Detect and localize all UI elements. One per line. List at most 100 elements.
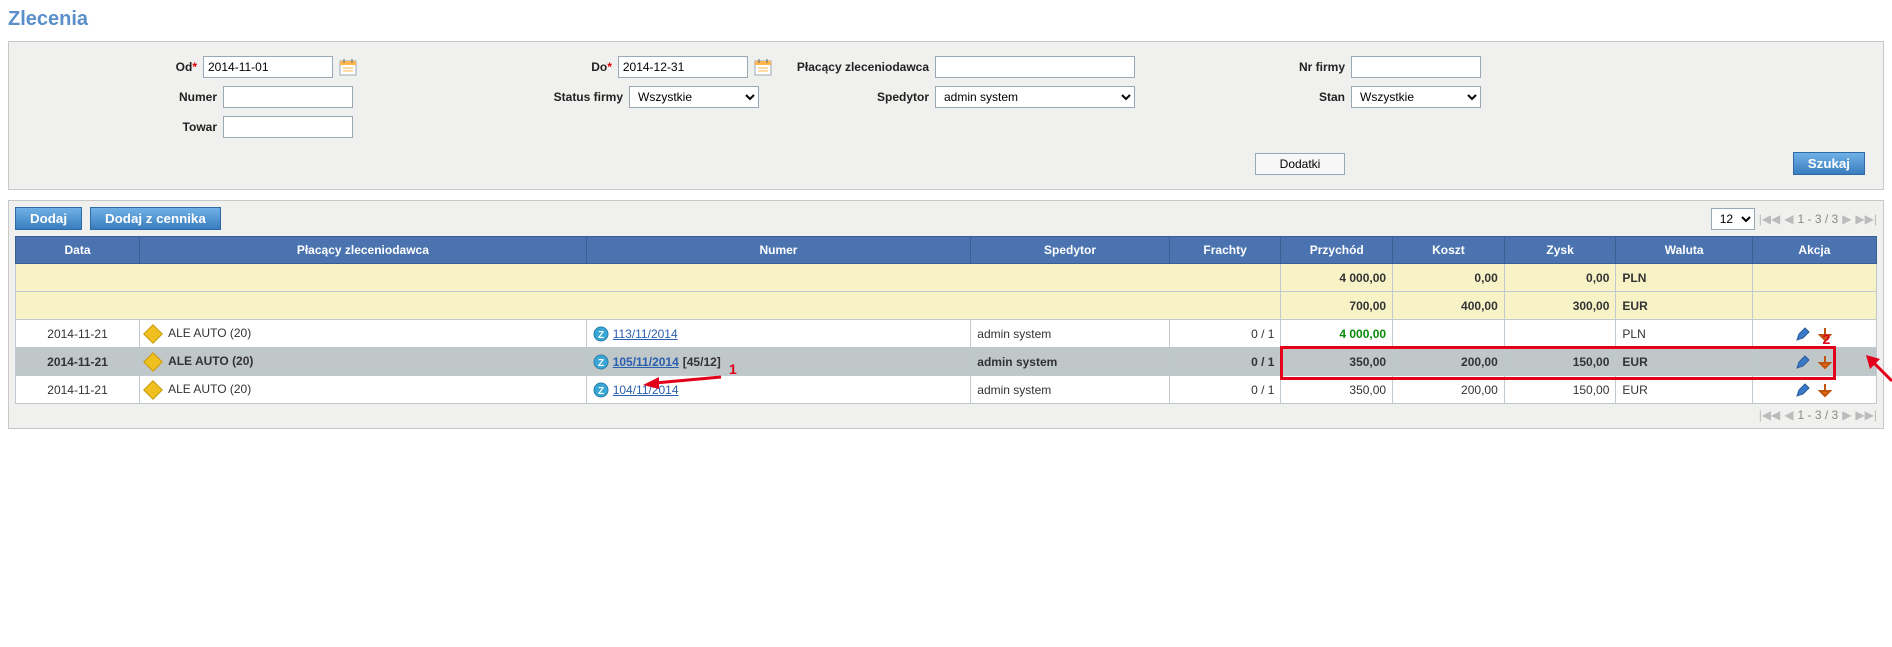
first-page-icon[interactable]: |◀◀ — [1759, 212, 1781, 226]
last-page-icon[interactable]: ▶▶| — [1855, 212, 1877, 226]
add-button[interactable]: Dodaj — [15, 207, 82, 230]
pager-bottom: |◀◀ ◀ 1 - 3 / 3 ▶ ▶▶| — [1759, 408, 1877, 422]
download-icon[interactable] — [1817, 382, 1833, 398]
spedytor-select[interactable]: admin system — [935, 86, 1135, 108]
edit-icon[interactable] — [1795, 326, 1811, 342]
cell-koszt: 200,00 — [1393, 376, 1505, 404]
sum-przychod: 700,00 — [1281, 292, 1393, 320]
order-number-link[interactable]: 113/11/2014 — [613, 327, 678, 341]
label-towar: Towar — [27, 120, 217, 134]
diamond-icon — [143, 324, 163, 344]
cell-action — [1752, 376, 1876, 404]
label-od: Od* — [27, 60, 197, 74]
search-button[interactable]: Szukaj — [1793, 152, 1865, 175]
prev-page-icon[interactable]: ◀ — [1784, 408, 1793, 422]
company-status-select[interactable]: Wszystkie — [629, 86, 759, 108]
col-przychod[interactable]: Przychód — [1281, 237, 1393, 264]
cell-action — [1752, 320, 1876, 348]
label-platnik: Płacący zleceniodawca — [779, 60, 929, 74]
svg-text:Z: Z — [598, 386, 604, 397]
cell-numer: Z 105/11/2014 [45/12] — [586, 348, 971, 376]
cell-waluta: PLN — [1616, 320, 1752, 348]
page-info: 1 - 3 / 3 — [1798, 212, 1839, 226]
last-page-icon[interactable]: ▶▶| — [1855, 408, 1877, 422]
cell-platnik: ALE AUTO (20) — [140, 376, 587, 404]
order-number-link[interactable]: 105/11/2014 — [613, 355, 679, 369]
cell-przychod: 4 000,00 — [1281, 320, 1393, 348]
page-info: 1 - 3 / 3 — [1798, 408, 1839, 422]
orders-table: Data Płacący zleceniodawca Numer Spedyto… — [15, 236, 1877, 404]
table-row[interactable]: 2014-11-21ALE AUTO (20)Z113/11/2014admin… — [16, 320, 1877, 348]
order-number-extra: [45/12] — [683, 355, 721, 369]
dodatki-button[interactable]: Dodatki — [1255, 153, 1345, 175]
col-zysk[interactable]: Zysk — [1504, 237, 1616, 264]
calendar-icon[interactable] — [339, 57, 357, 77]
cell-waluta: EUR — [1616, 348, 1752, 376]
table-row[interactable]: 2014-11-21ALE AUTO (20) Z 105/11/2014 [45/… — [16, 348, 1877, 376]
col-spedytor[interactable]: Spedytor — [971, 237, 1170, 264]
pager-top: 12 |◀◀ ◀ 1 - 3 / 3 ▶ ▶▶| — [1711, 208, 1877, 230]
col-koszt[interactable]: Koszt — [1393, 237, 1505, 264]
sum-zysk: 0,00 — [1504, 264, 1616, 292]
sum-koszt: 0,00 — [1393, 264, 1505, 292]
cell-zysk: 150,00 — [1504, 376, 1616, 404]
sum-zysk: 300,00 — [1504, 292, 1616, 320]
svg-text:Z: Z — [598, 358, 604, 369]
diamond-icon — [143, 380, 163, 400]
label-do: Do* — [363, 60, 612, 74]
cell-spedytor: admin system — [971, 376, 1170, 404]
col-numer[interactable]: Numer — [586, 237, 971, 264]
cell-przychod: 350,00 — [1281, 376, 1393, 404]
cell-date: 2014-11-21 — [16, 376, 140, 404]
cell-zysk — [1504, 320, 1616, 348]
order-number-link[interactable]: 104/11/2014 — [613, 383, 679, 397]
cell-spedytor: admin system — [971, 320, 1170, 348]
label-numer: Numer — [27, 90, 217, 104]
calendar-icon[interactable] — [754, 57, 773, 77]
next-page-icon[interactable]: ▶ — [1842, 408, 1851, 422]
towar-input[interactable] — [223, 116, 353, 138]
number-input[interactable] — [223, 86, 353, 108]
summary-row: 700,00400,00300,00EUR — [16, 292, 1877, 320]
add-from-pricelist-button[interactable]: Dodaj z cennika — [90, 207, 221, 230]
edit-icon[interactable] — [1795, 382, 1811, 398]
col-platnik[interactable]: Płacący zleceniodawca — [140, 237, 587, 264]
first-page-icon[interactable]: |◀◀ — [1759, 408, 1781, 422]
cell-frachty: 0 / 1 — [1169, 320, 1281, 348]
payer-input[interactable] — [935, 56, 1135, 78]
order-badge-icon: Z — [593, 326, 609, 342]
cell-spedytor: admin system — [971, 348, 1170, 376]
sum-waluta: PLN — [1616, 264, 1752, 292]
col-waluta[interactable]: Waluta — [1616, 237, 1752, 264]
cell-frachty: 0 / 1 — [1169, 376, 1281, 404]
cell-action — [1752, 348, 1876, 376]
cell-platnik: ALE AUTO (20) — [140, 348, 587, 376]
cell-koszt — [1393, 320, 1505, 348]
svg-text:Z: Z — [598, 330, 604, 341]
label-stan: Stan — [1165, 90, 1345, 104]
page-size-select[interactable]: 12 — [1711, 208, 1755, 230]
next-page-icon[interactable]: ▶ — [1842, 212, 1851, 226]
col-frachty[interactable]: Frachty — [1169, 237, 1281, 264]
col-akcja: Akcja — [1752, 237, 1876, 264]
summary-row: 4 000,000,000,00PLN — [16, 264, 1877, 292]
date-from-input[interactable] — [203, 56, 333, 78]
cell-platnik: ALE AUTO (20) — [140, 320, 587, 348]
order-badge-icon: Z — [593, 354, 609, 370]
results-panel: Dodaj Dodaj z cennika 12 |◀◀ ◀ 1 - 3 / 3… — [8, 200, 1884, 429]
date-to-input[interactable] — [618, 56, 748, 78]
prev-page-icon[interactable]: ◀ — [1784, 212, 1793, 226]
cell-koszt: 200,00 — [1393, 348, 1505, 376]
table-row[interactable]: 2014-11-21ALE AUTO (20) Z 104/11/2014 admin… — [16, 376, 1877, 404]
company-no-input[interactable] — [1351, 56, 1481, 78]
cell-numer: Z 113/11/2014 — [586, 320, 971, 348]
cell-przychod: 350,00 — [1281, 348, 1393, 376]
edit-icon[interactable] — [1795, 354, 1811, 370]
state-select[interactable]: Wszystkie — [1351, 86, 1481, 108]
sum-przychod: 4 000,00 — [1281, 264, 1393, 292]
col-data[interactable]: Data — [16, 237, 140, 264]
label-spedytor: Spedytor — [779, 90, 929, 104]
download-icon[interactable] — [1817, 326, 1833, 342]
download-icon[interactable] — [1817, 354, 1833, 370]
cell-date: 2014-11-21 — [16, 348, 140, 376]
